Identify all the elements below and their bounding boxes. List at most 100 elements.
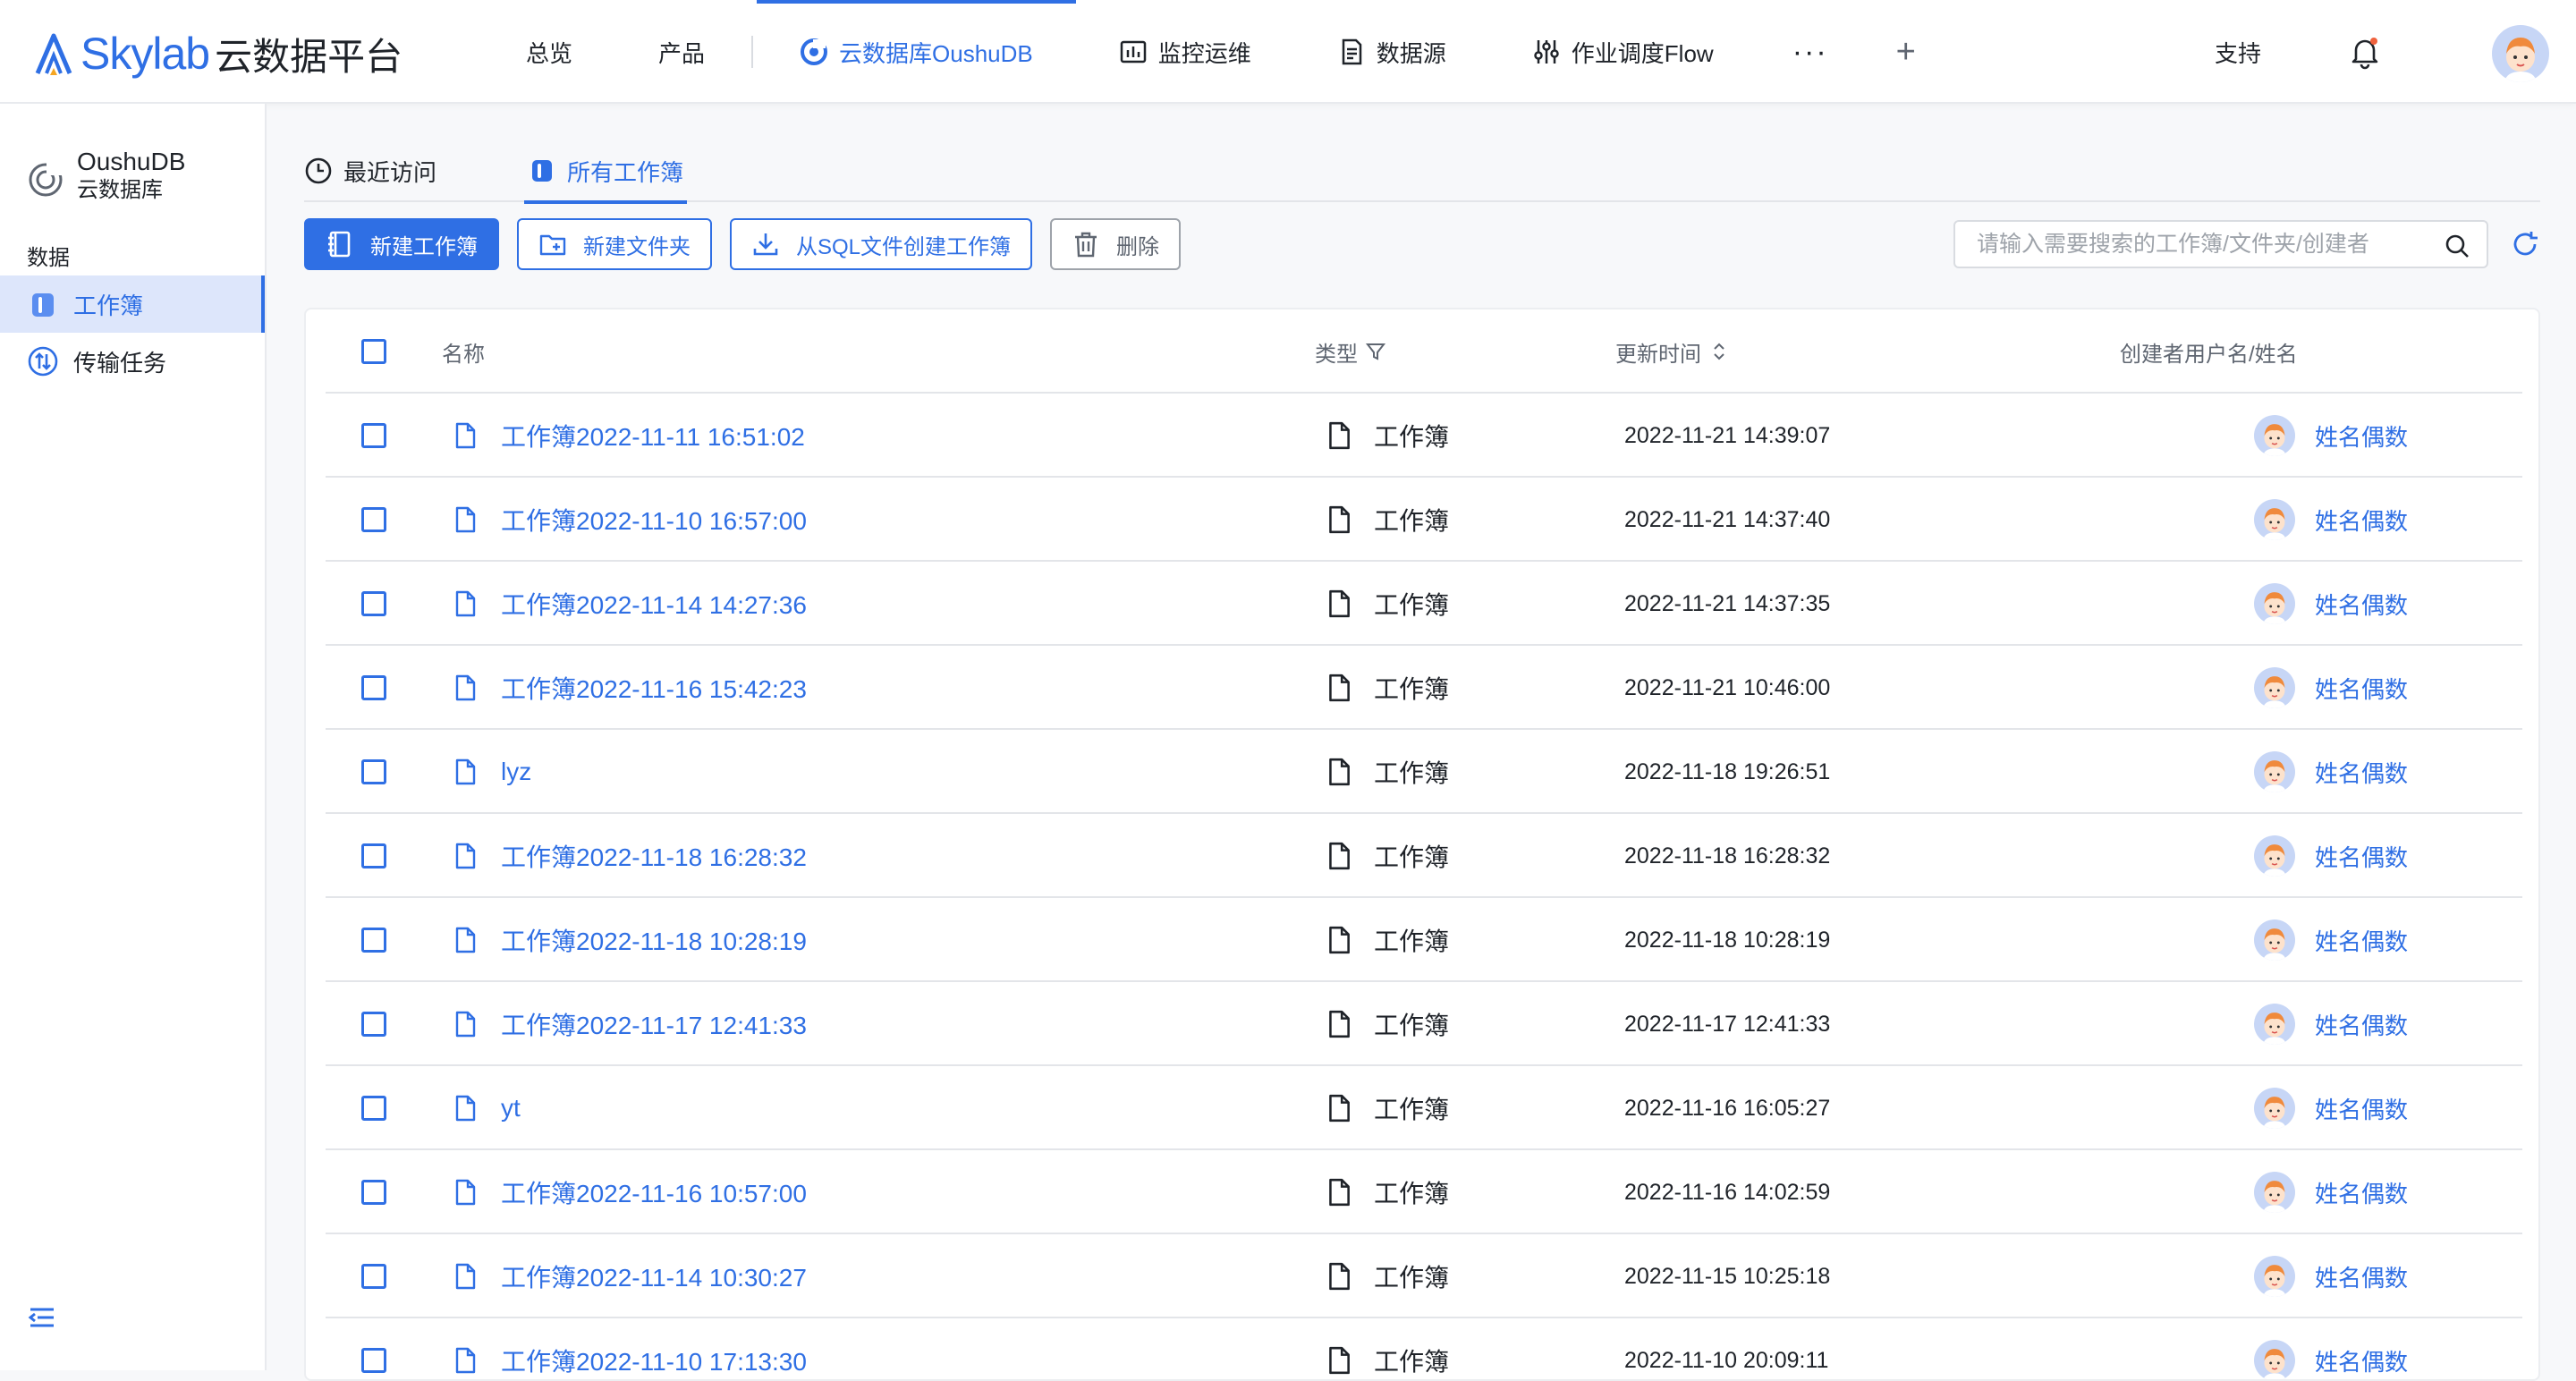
workbook-name-link[interactable]: 工作簿2022-11-18 10:28:19 xyxy=(451,898,807,982)
add-tab-button[interactable]: + xyxy=(1864,0,1948,104)
user-avatar[interactable] xyxy=(2492,25,2549,82)
row-checkbox[interactable] xyxy=(361,1180,386,1205)
row-checkbox[interactable] xyxy=(361,675,386,700)
nav-item-label: 数据源 xyxy=(1376,39,1446,67)
file-icon xyxy=(451,421,479,450)
search-input[interactable] xyxy=(1977,231,2433,258)
create-from-sql-button[interactable]: 从SQL文件创建工作簿 xyxy=(730,218,1033,270)
type-cell: 工作簿 xyxy=(1324,814,1449,898)
creator-link[interactable]: 姓名偶数 xyxy=(2254,478,2408,562)
workbook-name-link[interactable]: 工作簿2022-11-18 16:28:32 xyxy=(451,814,807,898)
workbook-name-link[interactable]: 工作簿2022-11-11 16:51:02 xyxy=(451,394,805,478)
creator-link[interactable]: 姓名偶数 xyxy=(2254,1318,2408,1379)
tab-recent[interactable]: 最近访问 xyxy=(304,140,436,202)
table-row[interactable]: 工作簿2022-11-17 12:41:33 工作簿 2022-11-17 12:4… xyxy=(326,982,2522,1066)
new-folder-button[interactable]: 新建文件夹 xyxy=(517,218,712,270)
workbook-name-link[interactable]: 工作簿2022-11-16 15:42:23 xyxy=(451,646,807,730)
creator-link[interactable]: 姓名偶数 xyxy=(2254,394,2408,478)
creator-link[interactable]: 姓名偶数 xyxy=(2254,1234,2408,1318)
workbook-name-link[interactable]: lyz xyxy=(451,730,531,814)
table-row[interactable]: 工作簿2022-11-11 16:51:02 工作簿 2022-11-21 14:3… xyxy=(326,394,2522,478)
monitor-chart-icon xyxy=(1120,40,1147,64)
filter-icon[interactable] xyxy=(1365,341,1386,362)
file-icon xyxy=(1324,504,1354,535)
workbook-name-link[interactable]: 工作簿2022-11-17 12:41:33 xyxy=(451,982,807,1066)
table-row[interactable]: yt 工作簿 2022-11-16 16:05:27 姓名偶数 xyxy=(326,1066,2522,1150)
table-row[interactable]: 工作簿2022-11-16 15:42:23 工作簿 2022-11-21 10:4… xyxy=(326,646,2522,730)
more-menu-button[interactable]: ··· xyxy=(1757,0,1864,104)
search-icon[interactable] xyxy=(2444,233,2470,259)
refresh-icon[interactable] xyxy=(2510,229,2540,259)
tab-all-workbooks[interactable]: 所有工作簿 xyxy=(524,140,688,204)
row-checkbox[interactable] xyxy=(361,843,386,868)
new-workbook-button[interactable]: 新建工作簿 xyxy=(304,218,499,270)
table-row[interactable]: lyz 工作簿 2022-11-18 19:26:51 姓名偶数 xyxy=(326,730,2522,814)
nav-item-datasource[interactable]: 数据源 xyxy=(1294,0,1489,104)
creator-link[interactable]: 姓名偶数 xyxy=(2254,898,2408,982)
creator-link[interactable]: 姓名偶数 xyxy=(2254,814,2408,898)
database-subtitle: 云数据库 xyxy=(77,178,163,202)
creator-link[interactable]: 姓名偶数 xyxy=(2254,646,2408,730)
trash-icon xyxy=(1075,232,1097,258)
file-icon xyxy=(451,1010,479,1038)
workbook-name-link[interactable]: 工作簿2022-11-16 10:57:00 xyxy=(451,1150,807,1234)
table-row[interactable]: 工作簿2022-11-16 10:57:00 工作簿 2022-11-16 14:0… xyxy=(326,1150,2522,1234)
collapse-sidebar-icon[interactable] xyxy=(27,1302,57,1333)
type-label: 工作簿 xyxy=(1374,1264,1450,1292)
delete-button[interactable]: 删除 xyxy=(1050,218,1182,270)
nav-item-products[interactable]: 产品 xyxy=(615,0,748,104)
sidebar-item-transfer[interactable]: 传输任务 xyxy=(0,333,265,390)
creator-name: 姓名偶数 xyxy=(2315,759,2409,787)
select-all-checkbox[interactable] xyxy=(361,339,386,364)
column-header-updated[interactable]: 更新时间 xyxy=(1615,309,1730,394)
table-row[interactable]: 工作簿2022-11-14 14:27:36 工作簿 2022-11-21 14:3… xyxy=(326,562,2522,646)
avatar xyxy=(2254,1340,2295,1379)
notification-bell-icon[interactable] xyxy=(2347,34,2383,70)
type-cell: 工作簿 xyxy=(1324,730,1449,814)
workbook-name-link[interactable]: 工作簿2022-11-10 16:57:00 xyxy=(451,478,807,562)
nav-item-flow[interactable]: 作业调度Flow xyxy=(1489,0,1757,104)
nav-item-oushudb[interactable]: 云数据库OushuDB xyxy=(757,0,1076,104)
sort-icon[interactable] xyxy=(1708,341,1730,362)
brand-logo[interactable]: Skylab 云数据平台 xyxy=(32,29,402,79)
support-link[interactable]: 支持 xyxy=(2215,36,2261,69)
database-spiral-icon xyxy=(801,38,828,65)
button-label: 新建文件夹 xyxy=(583,234,691,259)
creator-name: 姓名偶数 xyxy=(2315,1180,2409,1207)
table-row[interactable]: 工作簿2022-11-14 10:30:27 工作簿 2022-11-15 10:2… xyxy=(326,1234,2522,1318)
table-row[interactable]: 工作簿2022-11-18 16:28:32 工作簿 2022-11-18 16:2… xyxy=(326,814,2522,898)
creator-link[interactable]: 姓名偶数 xyxy=(2254,730,2408,814)
row-checkbox[interactable] xyxy=(361,1348,386,1373)
workbook-name-link[interactable]: yt xyxy=(451,1066,521,1150)
row-checkbox[interactable] xyxy=(361,507,386,532)
avatar-face-icon xyxy=(2504,38,2537,82)
table-row[interactable]: 工作簿2022-11-10 17:13:30 工作簿 2022-11-10 20:0… xyxy=(326,1318,2522,1379)
sidebar-item-workbook[interactable]: 工作簿 xyxy=(0,275,265,333)
workbook-name-link[interactable]: 工作簿2022-11-14 10:30:27 xyxy=(451,1234,807,1318)
row-checkbox[interactable] xyxy=(361,759,386,784)
row-checkbox[interactable] xyxy=(361,1012,386,1037)
row-checkbox[interactable] xyxy=(361,1096,386,1121)
row-checkbox[interactable] xyxy=(361,1264,386,1289)
column-header-type[interactable]: 类型 xyxy=(1315,309,1386,394)
sidebar-section-label: 数据 xyxy=(27,246,70,270)
creator-link[interactable]: 姓名偶数 xyxy=(2254,1066,2408,1150)
table-row[interactable]: 工作簿2022-11-18 10:28:19 工作簿 2022-11-18 10:2… xyxy=(326,898,2522,982)
database-spiral-icon xyxy=(29,163,63,197)
document-list-icon xyxy=(1342,38,1362,65)
row-checkbox[interactable] xyxy=(361,591,386,616)
column-header-name[interactable]: 名称 xyxy=(442,309,485,394)
row-checkbox[interactable] xyxy=(361,928,386,953)
creator-link[interactable]: 姓名偶数 xyxy=(2254,1150,2408,1234)
nav-item-monitoring[interactable]: 监控运维 xyxy=(1076,0,1294,104)
creator-link[interactable]: 姓名偶数 xyxy=(2254,562,2408,646)
nav-item-overview[interactable]: 总览 xyxy=(483,0,615,104)
workbook-name: 工作簿2022-11-18 16:28:32 xyxy=(501,843,807,871)
creator-link[interactable]: 姓名偶数 xyxy=(2254,982,2408,1066)
workbook-name: 工作簿2022-11-10 16:57:00 xyxy=(501,507,807,535)
workbook-name-link[interactable]: 工作簿2022-11-10 17:13:30 xyxy=(451,1318,807,1379)
table-row[interactable]: 工作簿2022-11-10 16:57:00 工作簿 2022-11-21 14:3… xyxy=(326,478,2522,562)
workbook-name-link[interactable]: 工作簿2022-11-14 14:27:36 xyxy=(451,562,807,646)
row-checkbox[interactable] xyxy=(361,423,386,448)
nav-item-label: 总览 xyxy=(526,39,573,67)
